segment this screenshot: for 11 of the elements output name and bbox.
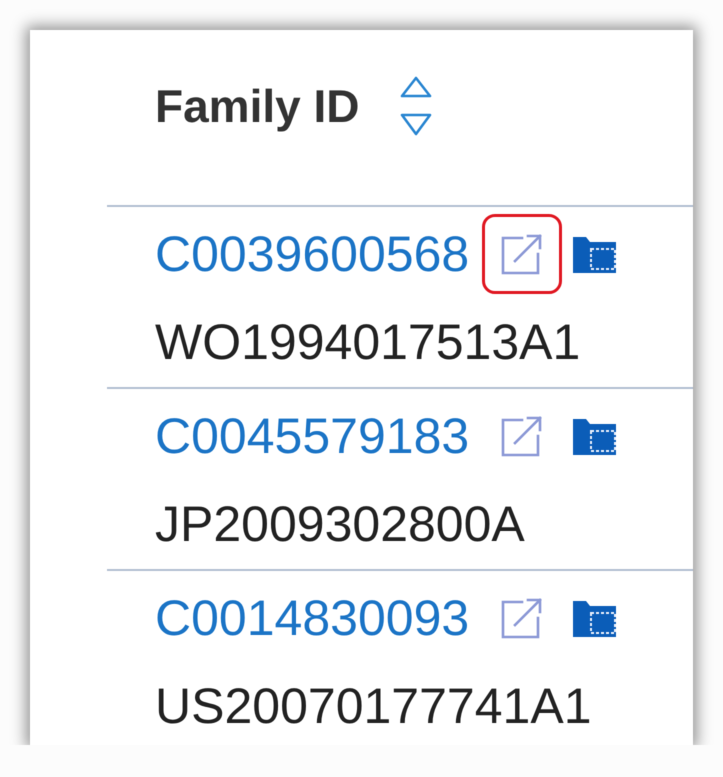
column-header: Family ID (155, 79, 360, 134)
publication-number: WO1994017513A1 (155, 313, 580, 372)
publication-number: US20070177741A1 (155, 677, 592, 736)
external-link-icon[interactable] (500, 414, 544, 458)
family-id-link[interactable]: C0039600568 (155, 224, 470, 284)
family-id-link[interactable]: C0014830093 (155, 588, 470, 648)
sort-icon[interactable] (400, 75, 432, 137)
family-id-link[interactable]: C0045579183 (155, 406, 470, 466)
external-link-icon[interactable] (500, 596, 544, 640)
external-link-icon[interactable] (500, 232, 544, 276)
publication-number: JP2009302800A (155, 495, 525, 554)
